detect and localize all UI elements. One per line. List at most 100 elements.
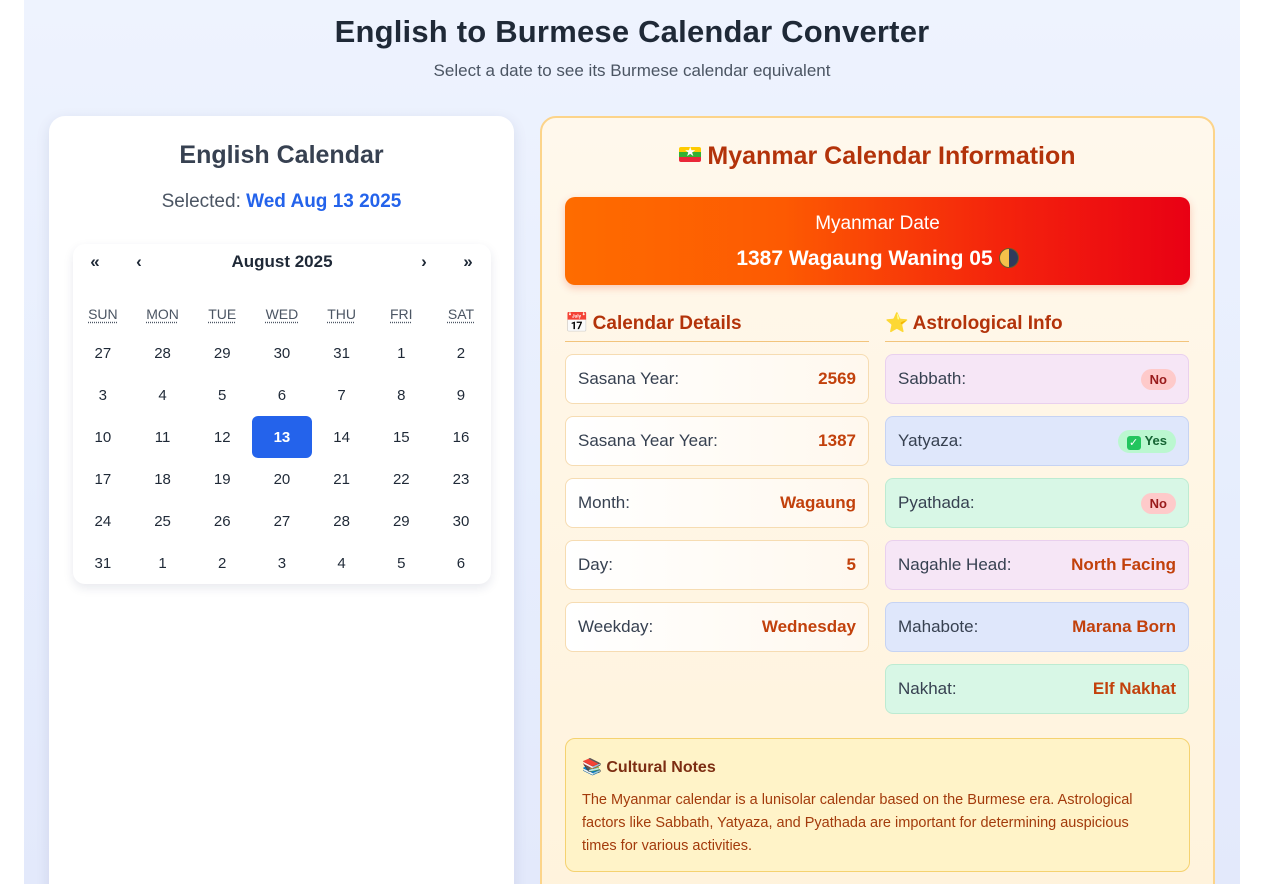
day-cell[interactable]: 3 <box>252 542 312 584</box>
day-cell[interactable]: 7 <box>312 374 372 416</box>
day-cell[interactable]: 20 <box>252 458 312 500</box>
cultural-notes-heading: 📚 Cultural Notes <box>582 757 716 777</box>
page-title: English to Burmese Calendar Converter <box>334 14 930 49</box>
yatyaza-value: Yes <box>1144 432 1167 448</box>
next-month-button[interactable]: › <box>409 252 439 274</box>
astro-label: Nagahle Head: <box>898 555 1012 574</box>
yatyaza-badge: ✓ Yes <box>1117 429 1176 453</box>
detail-row-weekday: Weekday: Wednesday <box>565 602 869 652</box>
day-cell[interactable]: 11 <box>133 416 193 458</box>
day-cell[interactable]: 6 <box>431 542 491 584</box>
weekday-fri: FRI <box>390 306 413 322</box>
day-cell[interactable]: 4 <box>312 542 372 584</box>
english-calendar-title: English Calendar <box>179 141 384 169</box>
astro-row-yatyaza: Yatyaza: ✓ Yes <box>885 416 1189 466</box>
day-cell[interactable]: 21 <box>312 458 372 500</box>
day-cell[interactable]: 27 <box>73 332 133 374</box>
myanmar-date-value: 1387 Wagaung Waning 05 <box>736 247 993 270</box>
selected-date-line: Selected: Wed Aug 13 2025 <box>49 191 514 213</box>
astro-row-mahabote: Mahabote: Marana Born <box>885 602 1189 652</box>
books-icon: 📚 <box>582 759 602 776</box>
astro-label: Nakhat: <box>898 679 957 698</box>
day-cell[interactable]: 30 <box>431 500 491 542</box>
calendar-icon: 📅 <box>565 313 589 334</box>
month-label[interactable]: August 2025 <box>182 252 382 272</box>
detail-row-month: Month: Wagaung <box>565 478 869 528</box>
myanmar-flag-icon <box>679 144 702 162</box>
astro-row-sabbath: Sabbath: No <box>885 354 1189 404</box>
prev-month-button[interactable]: ‹ <box>124 252 154 274</box>
day-cell[interactable]: 29 <box>192 332 252 374</box>
waning-moon-icon <box>998 248 1019 268</box>
day-cell[interactable]: 6 <box>252 374 312 416</box>
detail-label: Month: <box>578 493 630 512</box>
myanmar-info-title-row: Myanmar Calendar Information <box>542 142 1213 171</box>
day-cell[interactable]: 9 <box>431 374 491 416</box>
day-cell[interactable]: 2 <box>192 542 252 584</box>
day-cell[interactable]: 12 <box>192 416 252 458</box>
detail-row-sasana-year: Sasana Year: 2569 <box>565 354 869 404</box>
myanmar-info-card: Myanmar Calendar Information Myanmar Dat… <box>540 116 1215 884</box>
astro-label: Yatyaza: <box>898 431 963 450</box>
day-cell[interactable]: 31 <box>312 332 372 374</box>
day-cell[interactable]: 1 <box>371 332 431 374</box>
day-cell[interactable]: 31 <box>73 542 133 584</box>
cultural-notes-title: Cultural Notes <box>606 759 716 776</box>
cultural-notes-box: 📚 Cultural Notes The Myanmar calendar is… <box>565 738 1190 872</box>
days-grid: 27 28 29 30 31 1 2 3 4 5 6 7 8 9 10 11 1… <box>73 332 491 584</box>
calendar-details-title: Calendar Details <box>592 313 742 334</box>
myanmar-date-value-row: 1387 Wagaung Waning 05 <box>565 247 1190 271</box>
myanmar-date-label: Myanmar Date <box>815 213 940 234</box>
day-cell[interactable]: 25 <box>133 500 193 542</box>
weekday-sat: SAT <box>447 306 475 322</box>
detail-label: Day: <box>578 555 613 574</box>
astro-label: Mahabote: <box>898 617 979 636</box>
day-cell[interactable]: 18 <box>133 458 193 500</box>
day-cell[interactable]: 14 <box>312 416 372 458</box>
star-icon: ⭐ <box>885 313 909 334</box>
day-cell[interactable]: 15 <box>371 416 431 458</box>
astro-value: Elf Nakhat <box>1092 679 1176 698</box>
day-cell[interactable]: 2 <box>431 332 491 374</box>
app-root: English to Burmese Calendar Converter Se… <box>24 0 1240 884</box>
day-cell[interactable]: 4 <box>133 374 193 416</box>
day-cell[interactable]: 24 <box>73 500 133 542</box>
detail-label: Weekday: <box>578 617 654 636</box>
english-calendar-card: English Calendar Selected: Wed Aug 13 20… <box>49 116 514 884</box>
weekday-wed: WED <box>265 306 299 322</box>
detail-label: Sasana Year Year: <box>578 431 718 450</box>
day-cell[interactable]: 5 <box>371 542 431 584</box>
day-cell[interactable]: 22 <box>371 458 431 500</box>
day-cell[interactable]: 5 <box>192 374 252 416</box>
myanmar-info-title: Myanmar Calendar Information <box>707 142 1076 170</box>
day-cell[interactable]: 8 <box>371 374 431 416</box>
day-cell[interactable]: 30 <box>252 332 312 374</box>
day-cell[interactable]: 29 <box>371 500 431 542</box>
day-cell[interactable]: 3 <box>73 374 133 416</box>
astrological-info-heading: ⭐ Astrological Info <box>885 311 1189 342</box>
day-cell-selected[interactable]: 13 <box>252 416 312 458</box>
day-cell[interactable]: 17 <box>73 458 133 500</box>
prev-year-button[interactable]: « <box>80 252 110 274</box>
calendar-details-heading: 📅 Calendar Details <box>565 311 869 342</box>
weekday-thu: THU <box>327 306 356 322</box>
day-cell[interactable]: 27 <box>252 500 312 542</box>
day-cell[interactable]: 10 <box>73 416 133 458</box>
day-cell[interactable]: 1 <box>133 542 193 584</box>
weekday-header-row: SUN MON TUE WED THU FRI SAT <box>73 306 491 322</box>
day-cell[interactable]: 26 <box>192 500 252 542</box>
sabbath-badge: No <box>1140 368 1176 390</box>
next-year-button[interactable]: » <box>453 252 483 274</box>
weekday-mon: MON <box>146 306 179 322</box>
day-cell[interactable]: 19 <box>192 458 252 500</box>
myanmar-date-banner: Myanmar Date 1387 Wagaung Waning 05 <box>565 197 1190 285</box>
page-subtitle: Select a date to see its Burmese calenda… <box>433 61 831 80</box>
day-cell[interactable]: 16 <box>431 416 491 458</box>
day-cell[interactable]: 28 <box>133 332 193 374</box>
check-icon: ✓ <box>1126 435 1141 450</box>
detail-value: Wednesday <box>761 617 856 636</box>
day-cell[interactable]: 23 <box>431 458 491 500</box>
day-cell[interactable]: 28 <box>312 500 372 542</box>
detail-row-sasana-year-year: Sasana Year Year: 1387 <box>565 416 869 466</box>
weekday-tue: TUE <box>208 306 237 322</box>
